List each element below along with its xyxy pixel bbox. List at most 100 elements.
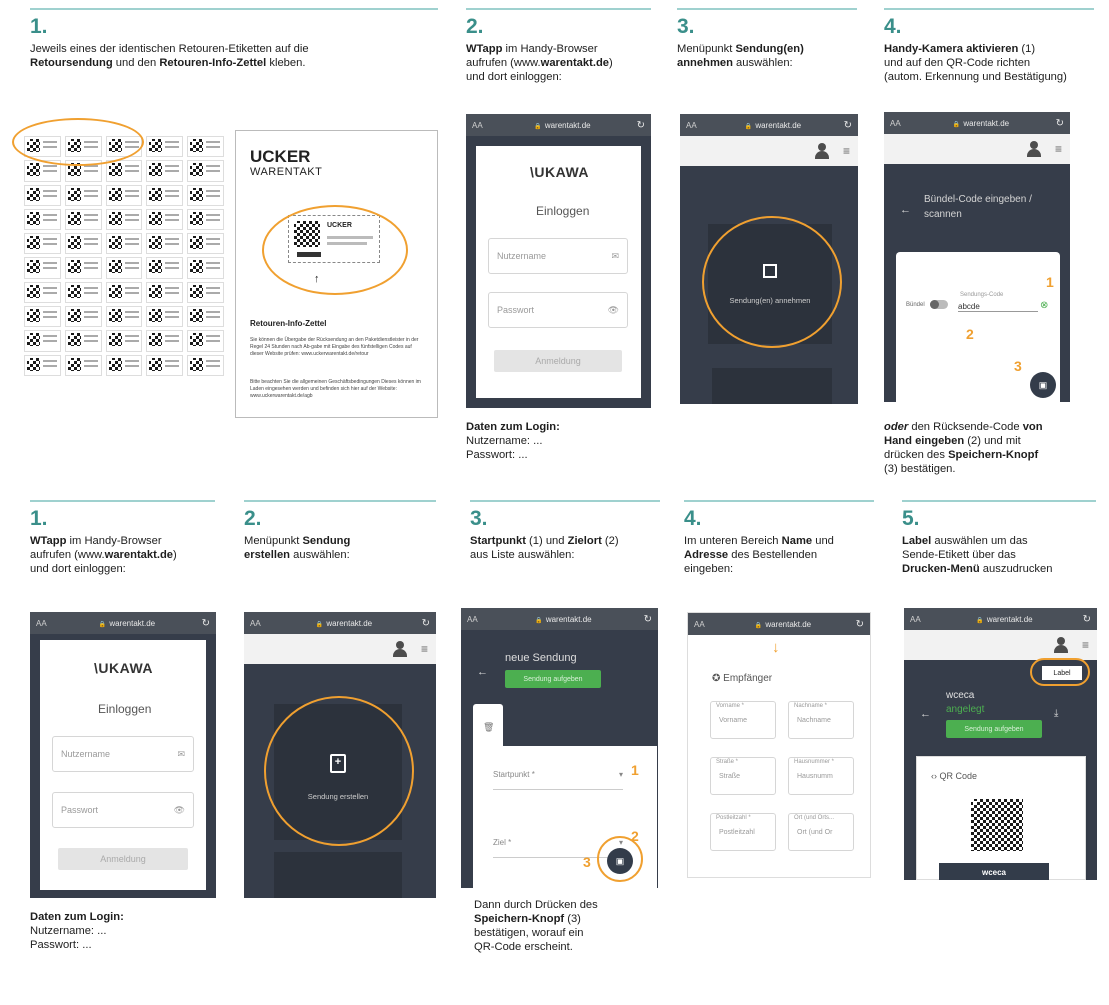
return-label xyxy=(24,233,61,255)
code-input[interactable]: abcde xyxy=(958,302,1038,312)
login-button[interactable]: Anmeldung xyxy=(58,848,188,870)
avatar-icon[interactable] xyxy=(392,641,407,657)
text-size-button[interactable]: AA xyxy=(250,619,272,628)
text-line xyxy=(43,267,57,270)
tab[interactable]: 🗑 xyxy=(473,704,503,750)
marker-3: 3 xyxy=(583,854,591,870)
avatar-icon[interactable] xyxy=(1026,141,1041,157)
top-step-4: 4. Handy-Kamera aktivieren (1) und auf d… xyxy=(884,8,1094,84)
username-input[interactable]: Nutzername ✉ xyxy=(52,736,194,772)
password-input[interactable]: Passwort 👁 xyxy=(52,792,194,828)
reload-icon[interactable]: ↻ xyxy=(1077,614,1091,625)
password-input[interactable]: Passwort 👁 xyxy=(488,292,628,328)
back-arrow-icon[interactable]: ← xyxy=(920,708,931,720)
url-field[interactable]: warentakt.de xyxy=(716,620,850,629)
step-number: 5. xyxy=(902,507,920,530)
bundle-toggle[interactable] xyxy=(930,300,948,309)
menu-icon[interactable]: ≡ xyxy=(843,144,850,158)
text-line xyxy=(43,359,57,362)
reload-icon[interactable]: ↻ xyxy=(631,120,645,131)
qr-code-icon xyxy=(108,309,122,323)
highlight-circle xyxy=(264,696,414,846)
next-tile[interactable] xyxy=(712,368,832,404)
text-size-button[interactable]: AA xyxy=(694,620,716,629)
avatar-icon[interactable] xyxy=(1053,637,1068,653)
qr-code-icon xyxy=(149,309,163,323)
step-description: Label auswählen um das Sende-Etikett übe… xyxy=(902,535,1053,575)
text-line xyxy=(83,213,98,216)
text-line xyxy=(83,311,98,314)
top-step-2: 2. WTapp im Handy-Browser aufrufen (www.… xyxy=(466,8,651,84)
text-line xyxy=(43,316,57,319)
url-field[interactable]: warentakt.de xyxy=(489,615,638,624)
submit-shipment-button[interactable]: Sendung aufgeben xyxy=(505,670,601,688)
text-line xyxy=(43,335,57,338)
text-line xyxy=(124,213,139,216)
qr-code-icon xyxy=(67,260,81,274)
text-line xyxy=(206,311,221,314)
phone-new-shipment: AAwarentakt.de↻ ← neue Sendung Sendung a… xyxy=(461,608,658,888)
download-icon[interactable]: ⤓ xyxy=(1054,708,1058,719)
return-label xyxy=(105,208,143,231)
mail-icon: ✉ xyxy=(177,748,185,759)
new-title: neue Sendung xyxy=(505,652,577,664)
return-label xyxy=(105,354,143,376)
step-description: Handy-Kamera aktivieren (1) und auf den … xyxy=(884,43,1067,83)
reload-icon[interactable]: ↻ xyxy=(416,618,430,629)
url-field[interactable]: warentakt.de xyxy=(494,121,631,130)
qr-code-icon xyxy=(108,187,122,201)
submit-shipment-button[interactable]: Sendung aufgeben xyxy=(946,720,1042,738)
back-arrow-icon[interactable]: ← xyxy=(477,666,488,678)
text-size-button[interactable]: AA xyxy=(467,615,489,624)
scan-title: Bündel-Code eingeben / scannen xyxy=(924,194,1032,220)
url-field[interactable]: warentakt.de xyxy=(272,619,416,628)
return-label xyxy=(24,208,61,231)
menu-icon[interactable]: ≡ xyxy=(421,642,428,656)
reload-icon[interactable]: ↻ xyxy=(1050,118,1064,129)
text-line xyxy=(83,189,98,192)
text-line xyxy=(124,194,139,197)
return-label xyxy=(24,257,61,279)
qr-code-icon xyxy=(67,284,81,298)
url-field[interactable]: warentakt.de xyxy=(58,619,196,628)
login-info: Daten zum Login: Nutzername: ... Passwor… xyxy=(466,421,560,461)
phone-label: AAwarentakt.de↻ ≡ Label wceca angelegt ←… xyxy=(904,608,1097,880)
reload-icon[interactable]: ↻ xyxy=(838,120,852,131)
trash-icon[interactable]: 🗑 xyxy=(483,722,494,733)
bottom-step-1: 1. WTapp im Handy-Browser aufrufen (www.… xyxy=(30,500,215,576)
url-field[interactable]: warentakt.de xyxy=(932,615,1077,624)
avatar-icon[interactable] xyxy=(814,143,829,159)
text-size-button[interactable]: AA xyxy=(472,121,494,130)
back-arrow-icon[interactable]: ← xyxy=(900,204,911,216)
text-line xyxy=(165,364,180,367)
scan-icon[interactable]: ⊗ xyxy=(1040,300,1048,311)
text-size-button[interactable]: AA xyxy=(686,121,708,130)
text-size-button[interactable]: AA xyxy=(890,119,912,128)
username-input[interactable]: Nutzername ✉ xyxy=(488,238,628,274)
reload-icon[interactable]: ↻ xyxy=(638,614,652,625)
menu-icon[interactable]: ≡ xyxy=(1082,638,1089,652)
phone-scan: AAwarentakt.de↻ ≡ ← Bündel-Code eingeben… xyxy=(884,112,1070,402)
login-button[interactable]: Anmeldung xyxy=(494,350,622,372)
start-select[interactable]: Startpunkt * ▾ xyxy=(493,760,623,790)
text-line xyxy=(206,238,221,241)
text-line xyxy=(206,243,221,246)
url-field[interactable]: warentakt.de xyxy=(912,119,1050,128)
reload-icon[interactable]: ↻ xyxy=(196,618,210,629)
text-line xyxy=(206,340,221,343)
menu-icon[interactable]: ≡ xyxy=(1055,142,1062,156)
return-label xyxy=(187,281,224,304)
text-line xyxy=(165,267,180,270)
highlight-circle xyxy=(12,118,144,166)
reload-icon[interactable]: ↻ xyxy=(850,619,864,630)
qr-code-icon xyxy=(67,187,81,201)
next-tile[interactable] xyxy=(274,852,402,898)
qr-code-icon xyxy=(190,357,204,371)
info-paragraph: Bitte beachten Sie die allgemeinen Gesch… xyxy=(250,379,421,399)
save-button[interactable]: ▣ xyxy=(1030,372,1056,398)
text-size-button[interactable]: AA xyxy=(910,615,932,624)
code-icon: ‹› xyxy=(931,771,937,781)
text-line xyxy=(83,267,98,270)
text-size-button[interactable]: AA xyxy=(36,619,58,628)
url-field[interactable]: warentakt.de xyxy=(708,121,838,130)
